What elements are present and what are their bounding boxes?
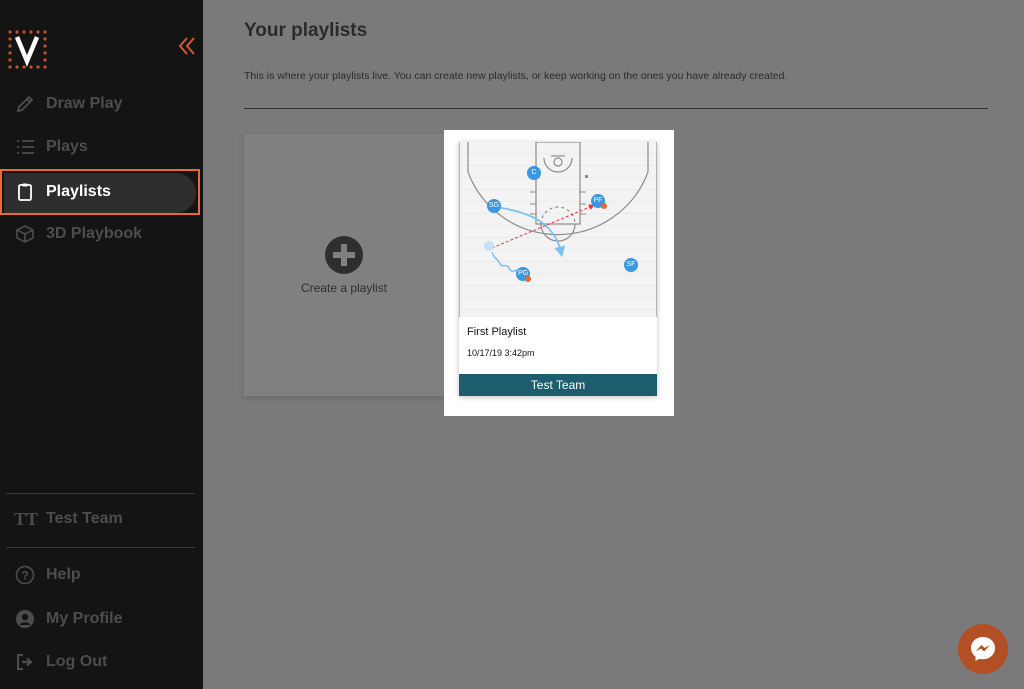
plus-circle-icon xyxy=(325,236,363,274)
page-description: This is where your playlists live. You c… xyxy=(244,70,788,82)
svg-text:?: ? xyxy=(21,569,28,583)
main-content: Your playlists This is where your playli… xyxy=(203,0,1024,689)
playlist-date: 10/17/19 3:42pm xyxy=(467,348,535,358)
highlight-outline xyxy=(0,169,200,215)
cube-icon xyxy=(14,223,36,245)
playlist-team-bar: Test Team xyxy=(459,374,657,396)
nav-plays-label: Plays xyxy=(46,138,88,155)
header-divider xyxy=(244,108,988,109)
collapse-sidebar-icon[interactable] xyxy=(176,34,198,58)
nav-log-out-label: Log Out xyxy=(46,653,108,670)
nav-help[interactable]: ? Help xyxy=(0,555,203,595)
nav-3d-playbook[interactable]: 3D Playbook xyxy=(0,214,203,254)
player-marker: SF xyxy=(624,258,638,272)
page-title: Your playlists xyxy=(244,20,368,41)
list-icon xyxy=(14,136,36,158)
team-switcher[interactable]: TT Test Team xyxy=(0,499,203,539)
playlist-title: First Playlist xyxy=(467,326,527,338)
nav-my-profile-label: My Profile xyxy=(46,610,123,627)
nav-my-profile[interactable]: My Profile xyxy=(0,599,203,639)
nav-draw-play-label: Draw Play xyxy=(46,95,123,112)
create-playlist-card[interactable]: Create a playlist xyxy=(244,134,444,396)
help-icon: ? xyxy=(14,564,36,586)
team-name: Test Team xyxy=(46,510,123,527)
messenger-chat-button[interactable] xyxy=(958,624,1008,674)
player-marker: C xyxy=(527,166,541,180)
user-icon xyxy=(14,608,36,630)
nav-help-label: Help xyxy=(46,566,81,583)
sidebar-divider xyxy=(6,547,195,548)
player-marker: SG xyxy=(487,199,501,213)
logout-icon xyxy=(14,651,36,673)
sidebar: Draw Play Plays Playlists 3D Playbook TT… xyxy=(0,0,203,689)
nav-plays[interactable]: Plays xyxy=(0,127,203,167)
playlist-card[interactable]: C PF SG PG SF First Playlist 10/17/19 3:… xyxy=(459,142,657,396)
create-playlist-label: Create a playlist xyxy=(300,281,388,295)
team-initials: TT xyxy=(13,508,38,529)
ball-icon xyxy=(525,276,531,282)
nav-3d-playbook-label: 3D Playbook xyxy=(46,225,143,242)
ball-icon xyxy=(601,203,607,209)
app-logo[interactable] xyxy=(6,28,48,70)
nav-log-out[interactable]: Log Out xyxy=(0,642,203,682)
pencil-icon xyxy=(14,93,36,115)
play-diagram xyxy=(459,142,657,317)
nav-draw-play[interactable]: Draw Play xyxy=(0,84,203,124)
messenger-icon xyxy=(971,637,995,661)
sidebar-divider xyxy=(6,493,195,494)
